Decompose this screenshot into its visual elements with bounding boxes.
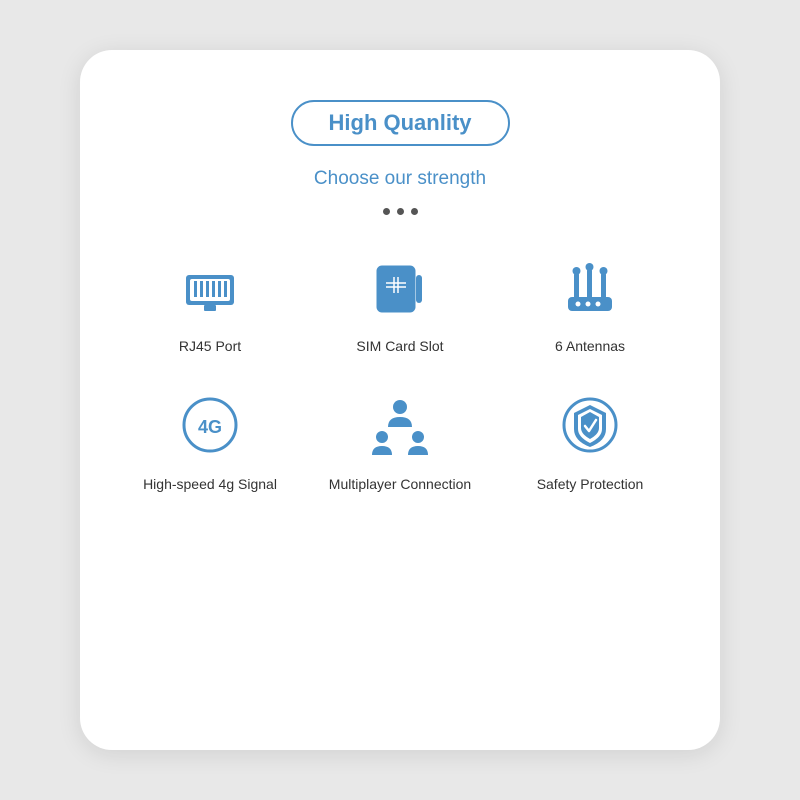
sim-card-slot-label: SIM Card Slot xyxy=(356,337,443,357)
dot-1 xyxy=(383,208,390,215)
sim-card-slot-icon-wrap xyxy=(364,251,436,323)
dots-decoration xyxy=(383,208,418,215)
feature-rj45-port: RJ45 Port xyxy=(120,251,300,357)
features-grid: RJ45 Port SIM Card Slot xyxy=(120,251,680,494)
rj45-port-icon-wrap xyxy=(174,251,246,323)
feature-6-antennas: 6 Antennas xyxy=(500,251,680,357)
quality-badge: High Quanlity xyxy=(291,100,510,146)
feature-safety-protection: Safety Protection xyxy=(500,389,680,495)
safety-protection-label: Safety Protection xyxy=(537,475,644,495)
multiplayer-connection-icon-wrap xyxy=(364,389,436,461)
safety-protection-icon-wrap xyxy=(554,389,626,461)
sim-card-slot-icon xyxy=(368,255,432,319)
subtitle: Choose our strength xyxy=(314,168,486,190)
6-antennas-icon xyxy=(558,255,622,319)
4g-signal-icon: 4G xyxy=(178,393,242,457)
main-card: High Quanlity Choose our strength xyxy=(80,50,720,750)
6-antennas-icon-wrap xyxy=(554,251,626,323)
multiplayer-connection-label: Multiplayer Connection xyxy=(329,475,471,495)
dot-2 xyxy=(397,208,404,215)
rj45-port-icon xyxy=(178,255,242,319)
svg-text:4G: 4G xyxy=(198,417,222,437)
dot-3 xyxy=(411,208,418,215)
rj45-port-label: RJ45 Port xyxy=(179,337,241,357)
feature-sim-card-slot: SIM Card Slot xyxy=(310,251,490,357)
4g-signal-label: High-speed 4g Signal xyxy=(143,475,277,495)
multiplayer-connection-icon xyxy=(368,393,432,457)
safety-protection-icon xyxy=(558,393,622,457)
feature-multiplayer-connection: Multiplayer Connection xyxy=(310,389,490,495)
feature-4g-signal: 4G High-speed 4g Signal xyxy=(120,389,300,495)
6-antennas-label: 6 Antennas xyxy=(555,337,625,357)
4g-signal-icon-wrap: 4G xyxy=(174,389,246,461)
